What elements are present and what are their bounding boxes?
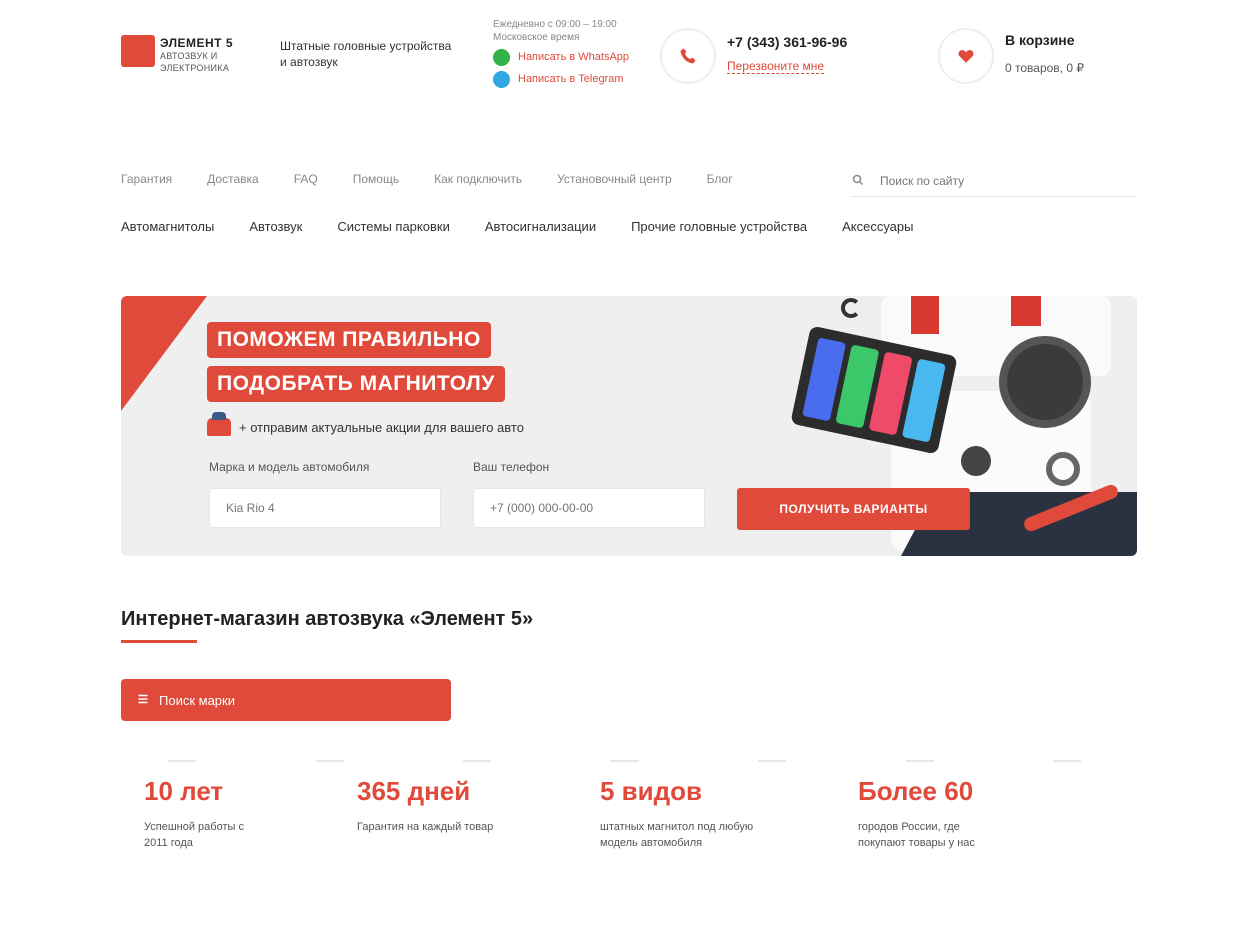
stat-value: 365 дней xyxy=(357,776,471,806)
telegram-label: Написать в Telegram xyxy=(518,73,624,85)
nav-item-parking[interactable]: Системы парковки xyxy=(337,219,450,234)
nav-item-delivery[interactable]: Доставка xyxy=(207,172,259,186)
phone-label: Ваш телефон xyxy=(473,460,550,474)
nav-item-other-units[interactable]: Прочие головные устройства xyxy=(631,219,807,234)
tweeter-image xyxy=(961,446,991,476)
phone-number[interactable]: +7 (343) 361-96-96 xyxy=(727,34,847,50)
cart-count[interactable]: 0 товаров, 0 ₽ xyxy=(1005,61,1084,75)
stat-text: штатных магнитол под любую модель автомо… xyxy=(600,821,754,849)
banner-headline-1: ПОМОЖЕМ ПРАВИЛЬНО xyxy=(207,322,491,358)
nav-item-blog[interactable]: Блог xyxy=(707,172,733,186)
whatsapp-icon xyxy=(493,48,510,66)
phone-icon[interactable] xyxy=(660,28,716,84)
banner-offer: + отправим актуальные акции для вашего а… xyxy=(207,412,524,436)
stat-item: 5 видов штатных магнитол под любую модел… xyxy=(600,776,800,851)
stat-text: Гарантия на каждый товар xyxy=(357,821,494,833)
section-title: Интернет-магазин автозвука «Элемент 5» xyxy=(121,608,534,630)
tagline: Штатные головные устройства и автозвук xyxy=(280,39,452,69)
phone-input[interactable] xyxy=(473,488,705,528)
promo-banner: ПОМОЖЕМ ПРАВИЛЬНО ПОДОБРАТЬ МАГНИТОЛУ + … xyxy=(121,296,1137,556)
stat-item: 10 лет Успешной работы с 2011 года xyxy=(144,776,324,851)
top-nav: Гарантия Доставка FAQ Помощь Как подключ… xyxy=(121,172,768,186)
divider xyxy=(758,760,786,762)
search-bar xyxy=(850,166,1137,197)
catalog-nav: Автомагнитолы Автозвук Системы парковки … xyxy=(121,219,949,234)
divider xyxy=(1053,760,1081,762)
divider xyxy=(168,760,196,762)
banner-headline-2: ПОДОБРАТЬ МАГНИТОЛУ xyxy=(207,366,505,402)
ribbon-decoration xyxy=(1011,296,1041,326)
divider xyxy=(611,760,639,762)
stat-value: 5 видов xyxy=(600,776,703,806)
working-hours: Ежедневно с 09:00 – 19:00 Московское вре… xyxy=(493,19,617,43)
heart-icon[interactable] xyxy=(938,28,994,84)
divider xyxy=(463,760,491,762)
nav-item-car-audio[interactable]: Автозвук xyxy=(249,219,302,234)
cart-title[interactable]: В корзине xyxy=(1005,32,1075,48)
car-icon xyxy=(207,412,231,436)
logo-mark[interactable] xyxy=(121,35,155,67)
stat-text: Успешной работы с 2011 года xyxy=(144,821,244,849)
logo-name: ЭЛЕМЕНТ 5 xyxy=(160,36,234,50)
get-options-button[interactable]: ПОЛУЧИТЬ ВАРИАНТЫ xyxy=(737,488,970,530)
nav-item-alarms[interactable]: Автосигнализации xyxy=(485,219,596,234)
whatsapp-label: Написать в WhatsApp xyxy=(518,51,630,63)
nav-item-connect[interactable]: Как подключить xyxy=(434,172,522,186)
logo-subtitle: АВТОЗВУК И ЭЛЕКТРОНИКА xyxy=(160,51,230,73)
car-model-label: Марка и модель автомобиля xyxy=(209,460,370,474)
stat-value: Более 60 xyxy=(858,776,974,806)
stat-item: Более 60 городов России, где покупают то… xyxy=(858,776,1058,851)
nav-item-faq[interactable]: FAQ xyxy=(294,172,318,186)
telegram-icon xyxy=(493,70,510,88)
nav-item-help[interactable]: Помощь xyxy=(353,172,399,186)
divider xyxy=(316,760,344,762)
search-input[interactable] xyxy=(878,173,1132,189)
stat-item: 365 дней Гарантия на каждый товар xyxy=(357,776,557,835)
stat-text: городов России, где покупают товары у на… xyxy=(858,821,975,849)
nav-item-install-center[interactable]: Установочный центр xyxy=(557,172,672,186)
whatsapp-link[interactable]: Написать в WhatsApp xyxy=(493,48,663,66)
menu-icon xyxy=(137,693,149,708)
banner-corner-decoration xyxy=(121,296,207,411)
nav-item-accessories[interactable]: Аксессуары xyxy=(842,219,913,234)
catalog-search-label: Поиск марки xyxy=(159,692,235,708)
car-model-input[interactable] xyxy=(209,488,441,528)
nav-item-head-units[interactable]: Автомагнитолы xyxy=(121,219,214,234)
logo[interactable]: ЭЛЕМЕНТ 5 АВТОЗВУК И ЭЛЕКТРОНИКА xyxy=(160,36,264,74)
divider xyxy=(906,760,934,762)
ring-image xyxy=(1046,452,1080,486)
section-underline xyxy=(121,640,197,643)
callback-link[interactable]: Перезвоните мне xyxy=(727,59,825,74)
speaker-image xyxy=(999,336,1091,428)
search-icon[interactable] xyxy=(852,174,872,189)
catalog-search-button[interactable]: Поиск марки xyxy=(121,679,451,721)
ribbon-decoration xyxy=(911,296,939,334)
nav-item-warranty[interactable]: Гарантия xyxy=(121,172,172,186)
stat-value: 10 лет xyxy=(144,776,224,806)
banner-offer-text: + отправим актуальные акции для вашего а… xyxy=(239,419,524,435)
telegram-link[interactable]: Написать в Telegram xyxy=(493,70,663,88)
cable-image xyxy=(841,298,861,318)
